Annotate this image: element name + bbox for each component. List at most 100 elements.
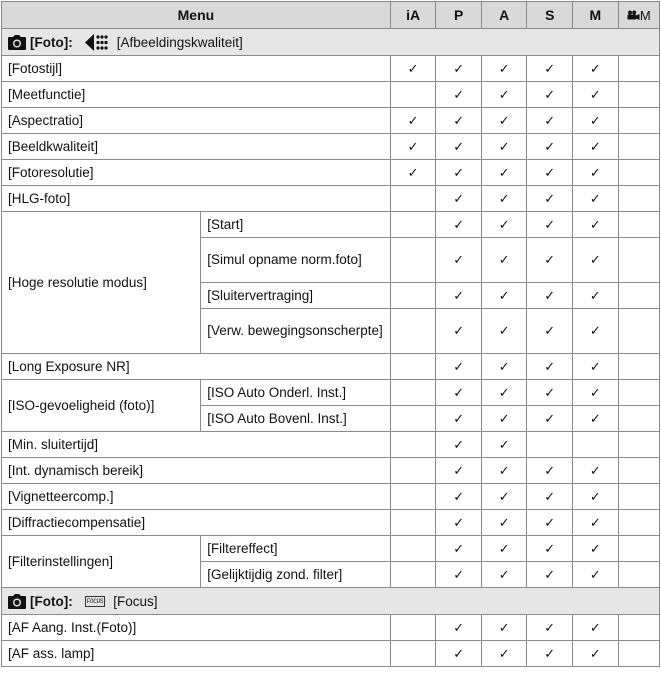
empty-cell (389, 405, 437, 432)
check-mark: ✓ (389, 133, 437, 160)
table-row: [Long Exposure NR] ✓ ✓ ✓ ✓ (1, 353, 661, 380)
table-row: [Beeldkwaliteit] ✓ ✓ ✓ ✓ ✓ (1, 133, 661, 160)
empty-cell (617, 405, 661, 432)
check-mark: ✓ (435, 614, 482, 641)
check-mark: ✓ (572, 483, 619, 510)
check-mark: ✓ (572, 379, 619, 406)
empty-cell (389, 561, 437, 588)
check-mark: ✓ (572, 159, 619, 186)
check-mark: ✓ (480, 379, 528, 406)
check-mark: ✓ (435, 405, 482, 432)
check-mark: ✓ (435, 379, 482, 406)
check-mark: ✓ (526, 107, 574, 134)
table-row: [Meetfunctie] ✓ ✓ ✓ ✓ (1, 81, 661, 108)
menu-item-label: [Filterinstellingen] (0, 535, 202, 588)
empty-cell (617, 308, 661, 354)
empty-cell (617, 159, 661, 186)
check-mark: ✓ (435, 431, 482, 458)
focus-icon: FOCUS (84, 595, 106, 607)
check-mark: ✓ (435, 211, 482, 238)
check-mark: ✓ (435, 308, 482, 354)
submenu-item-label: [Gelijktijdig zond. filter] (200, 561, 391, 588)
submenu-item-label: [ISO Auto Onderl. Inst.] (200, 379, 391, 406)
empty-cell (617, 185, 661, 212)
check-mark: ✓ (526, 211, 574, 238)
menu-item-label: [Beeldkwaliteit] (1, 133, 391, 160)
empty-cell (389, 308, 437, 354)
menu-item-label: [Vignetteercomp.] (1, 483, 391, 510)
empty-cell (526, 431, 574, 458)
menu-item-label: [Long Exposure NR] (1, 353, 391, 380)
check-mark: ✓ (526, 55, 574, 82)
check-mark: ✓ (480, 107, 528, 134)
check-mark: ✓ (572, 55, 619, 82)
check-mark: ✓ (572, 509, 619, 536)
table-row: [AF ass. lamp] ✓ ✓ ✓ ✓ (1, 640, 661, 667)
check-mark: ✓ (435, 133, 482, 160)
check-mark: ✓ (526, 282, 574, 309)
empty-cell (617, 431, 661, 458)
check-mark: ✓ (389, 55, 437, 82)
header-mode-s: S (526, 1, 574, 29)
check-mark: ✓ (526, 535, 574, 562)
submenu-item-label: [Start] (200, 211, 391, 238)
check-mark: ✓ (572, 614, 619, 641)
empty-cell (389, 237, 437, 283)
menu-item-label: [AF ass. lamp] (1, 640, 391, 667)
check-mark: ✓ (572, 457, 619, 484)
check-mark: ✓ (435, 237, 482, 283)
empty-cell (617, 614, 661, 641)
empty-cell (617, 353, 661, 380)
empty-cell (389, 431, 437, 458)
section-label-foto: [Foto]: (30, 34, 73, 50)
check-mark: ✓ (435, 282, 482, 309)
table-row: [Hoge resolutie modus] [Start] ✓ ✓ ✓ ✓ (0, 211, 661, 354)
check-mark: ✓ (480, 81, 528, 108)
menu-item-label: [ISO-gevoeligheid (foto)] (0, 379, 202, 432)
table-row: [Filterinstellingen] [Filtereffect] ✓ ✓ … (0, 535, 661, 588)
header-menu: Menu (1, 1, 391, 29)
empty-cell (617, 81, 661, 108)
check-mark: ✓ (526, 561, 574, 588)
section-row-focus: [Foto]: FOCUS [Focus] (1, 587, 660, 615)
empty-cell (389, 457, 437, 484)
table-row: [Int. dynamisch bereik] ✓ ✓ ✓ ✓ (1, 457, 661, 484)
check-mark: ✓ (435, 561, 482, 588)
empty-cell (572, 431, 619, 458)
menu-item-label: [Fotostijl] (1, 55, 391, 82)
empty-cell (617, 55, 661, 82)
table-row: [Fotostijl] ✓ ✓ ✓ ✓ ✓ (1, 55, 661, 82)
table-row: [Min. sluitertijd] ✓ ✓ (1, 431, 661, 458)
check-mark: ✓ (480, 308, 528, 354)
empty-cell (617, 457, 661, 484)
table-row: [Fotoresolutie] ✓ ✓ ✓ ✓ ✓ (1, 159, 661, 186)
menu-item-label: [Diffractiecompensatie] (1, 509, 391, 536)
check-mark: ✓ (572, 535, 619, 562)
empty-cell (389, 640, 437, 667)
check-mark: ✓ (572, 353, 619, 380)
header-mode-a: A (480, 1, 528, 29)
menu-item-label: [Meetfunctie] (1, 81, 391, 108)
check-mark: ✓ (435, 535, 482, 562)
empty-cell (617, 509, 661, 536)
check-mark: ✓ (572, 107, 619, 134)
check-mark: ✓ (526, 405, 574, 432)
check-mark: ✓ (435, 640, 482, 667)
check-mark: ✓ (526, 133, 574, 160)
header-mode-p: P (435, 1, 482, 29)
empty-cell (617, 379, 661, 406)
section-sublabel-image-quality: [Afbeeldingskwaliteit] (116, 34, 243, 50)
empty-cell (617, 237, 661, 283)
section-row-image-quality: [Foto]: [Afbeeldingskwaliteit] (1, 28, 660, 56)
check-mark: ✓ (480, 185, 528, 212)
empty-cell (617, 107, 661, 134)
video-mode-letter: M (639, 7, 651, 23)
menu-item-label: [Aspectratio] (1, 107, 391, 134)
check-mark: ✓ (480, 561, 528, 588)
check-mark: ✓ (435, 483, 482, 510)
movie-camera-icon (627, 10, 640, 20)
table-row: [Vignetteercomp.] ✓ ✓ ✓ ✓ (1, 483, 661, 510)
empty-cell (617, 640, 661, 667)
check-mark: ✓ (572, 561, 619, 588)
check-mark: ✓ (526, 457, 574, 484)
